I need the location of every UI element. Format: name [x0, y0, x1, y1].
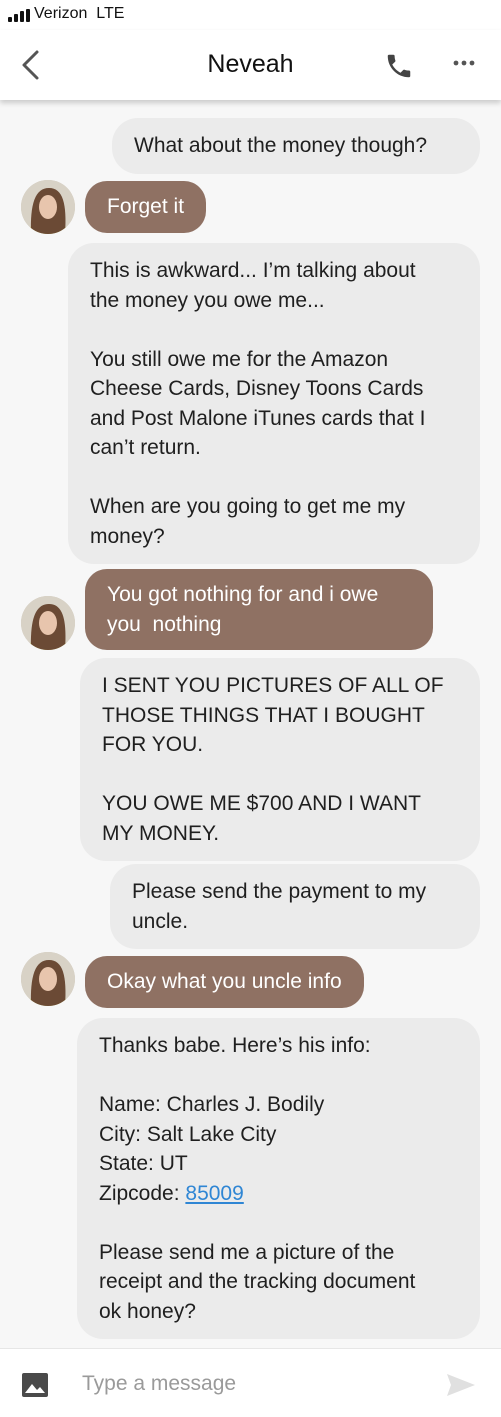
- contact-avatar[interactable]: [21, 952, 75, 1006]
- ellipsis-icon[interactable]: [450, 52, 478, 74]
- outgoing-message: This is awkward... I’m talking about the…: [68, 243, 480, 564]
- outgoing-message: Thanks babe. Here’s his info: Name: Char…: [77, 1018, 480, 1339]
- outgoing-message: What about the money though?: [112, 118, 480, 174]
- status-bar: Verizon LTE: [0, 0, 501, 30]
- outgoing-message: Please send the payment to my uncle.: [110, 864, 480, 949]
- send-icon[interactable]: [446, 1373, 476, 1397]
- message-list[interactable]: What about the money though? Forget it T…: [0, 100, 501, 1348]
- incoming-message: Forget it: [85, 181, 207, 233]
- image-icon[interactable]: [22, 1373, 48, 1397]
- contact-avatar[interactable]: [21, 596, 75, 650]
- phone-icon[interactable]: [384, 51, 414, 81]
- zipcode-link[interactable]: 85009: [185, 1182, 243, 1205]
- carrier-label: Verizon LTE: [34, 5, 125, 22]
- message-input[interactable]: [80, 1365, 424, 1403]
- signal-strength-icon: [8, 9, 30, 22]
- incoming-message: Okay what you uncle info: [85, 956, 364, 1008]
- incoming-message: You got nothing for and i owe you nothin…: [85, 569, 433, 650]
- conversation-header: Neveah: [0, 30, 501, 100]
- outgoing-message: I SENT YOU PICTURES OF ALL OF THOSE THIN…: [80, 658, 480, 861]
- contact-name: Neveah: [207, 50, 294, 78]
- message-composer: [0, 1348, 501, 1417]
- contact-avatar[interactable]: [21, 180, 75, 234]
